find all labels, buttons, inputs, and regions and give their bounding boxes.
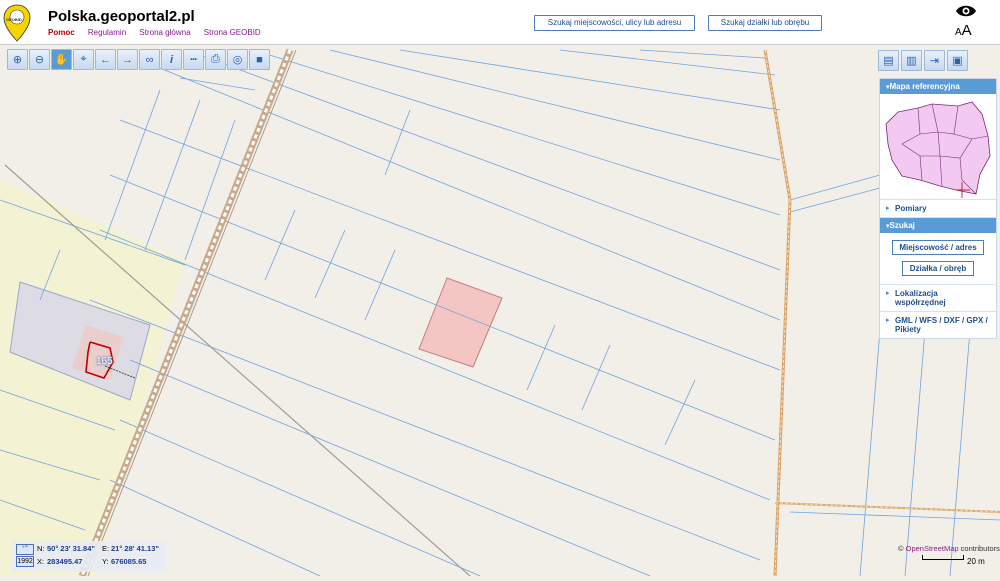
link-icon[interactable]: ∞: [139, 49, 160, 70]
search-place-button[interactable]: Szukaj miejscowości, ulicy lub adresu: [534, 15, 695, 31]
y-value: 676085.65: [111, 557, 147, 566]
measure-ruler-icon[interactable]: ┅: [183, 49, 204, 70]
scale-label: 20 m: [967, 557, 985, 566]
search-parcel-button[interactable]: Szukaj działki lub obrębu: [708, 15, 822, 31]
forward-arrow-icon[interactable]: →: [117, 49, 138, 70]
print-icon[interactable]: ⎙: [205, 49, 226, 70]
n-label: N:: [37, 544, 45, 553]
zoom-out-icon[interactable]: ⊖: [29, 49, 50, 70]
font-large-label: A: [961, 22, 972, 39]
copyright-symbol: ©: [898, 544, 904, 553]
nav-terms[interactable]: Regulamin: [88, 28, 126, 37]
attribution-suffix: contributors: [960, 544, 1000, 553]
formats-section[interactable]: GML / WFS / DXF / GPX / Pikiety: [880, 312, 996, 338]
site-title[interactable]: Polska.geoportal2.pl: [48, 8, 195, 25]
info-icon[interactable]: i: [161, 49, 182, 70]
reference-map[interactable]: [880, 94, 996, 200]
eye-icon[interactable]: [955, 4, 977, 18]
e-label: E:: [102, 544, 110, 553]
side-panel: Mapa referencyjna Pomiary Szukaj Miejsco…: [879, 78, 997, 339]
export-icon[interactable]: ⇥: [924, 50, 945, 71]
layout-split-icon[interactable]: ▥: [901, 50, 922, 71]
map-attribution: © OpenStreetMap contributors: [898, 544, 1000, 553]
x-label: X:: [37, 557, 45, 566]
search-section-header[interactable]: Szukaj: [880, 218, 996, 233]
pan-hand-icon[interactable]: ✋: [51, 49, 72, 70]
nav-home[interactable]: Strona główna: [139, 28, 190, 37]
search-place-panel-button[interactable]: Miejscowość / adres: [892, 240, 984, 255]
nav-geobid[interactable]: Strona GEOBID: [204, 28, 261, 37]
logo-text: GEOBID: [6, 17, 22, 22]
search-parcel-panel-button[interactable]: Działka / obręb: [902, 261, 974, 276]
font-size-toggle[interactable]: AA: [955, 22, 972, 39]
back-arrow-icon[interactable]: ←: [95, 49, 116, 70]
header: GEOBID Polska.geoportal2.pl Pomoc Regula…: [0, 0, 1000, 45]
coord-system-button[interactable]: 1992: [16, 556, 34, 567]
e-value: 21° 28' 41.13": [111, 544, 159, 553]
measurements-section[interactable]: Pomiary: [880, 200, 996, 218]
coordinate-location-section[interactable]: Lokalizacja współrzędnej: [880, 284, 996, 312]
nav-help[interactable]: Pomoc: [48, 28, 75, 37]
parcel-number-label: 165: [96, 356, 113, 367]
font-small-label: A: [955, 27, 962, 38]
layout-top-icon[interactable]: ▤: [878, 50, 899, 71]
panel-tools: ▤ ▥ ⇥ ▣: [878, 50, 968, 71]
zoom-box-icon[interactable]: ⌖: [73, 49, 94, 70]
map-toolbar: ⊕ ⊖ ✋ ⌖ ← → ∞ i ┅ ⎙ ◎ ■: [7, 49, 270, 70]
scale-bar: [922, 555, 964, 560]
map-view[interactable]: 165: [0, 44, 1000, 578]
globe-icon[interactable]: ◎: [227, 49, 248, 70]
n-value: 50° 23' 31.84": [47, 544, 95, 553]
sidebar-toggle-icon[interactable]: ▣: [947, 50, 968, 71]
reference-map-header[interactable]: Mapa referencyjna: [880, 79, 996, 94]
geobid-logo: [3, 4, 31, 42]
video-icon[interactable]: ■: [249, 49, 270, 70]
top-nav: Pomoc Regulamin Strona główna Strona GEO…: [48, 28, 272, 37]
x-value: 283495.47: [47, 557, 83, 566]
coordinates-readout: °′″ N: 50° 23' 31.84" E: 21° 28' 41.13" …: [12, 541, 167, 572]
zoom-in-icon[interactable]: ⊕: [7, 49, 28, 70]
coord-format-button[interactable]: °′″: [16, 544, 34, 555]
osm-link[interactable]: OpenStreetMap: [906, 544, 959, 553]
y-label: Y:: [102, 557, 109, 566]
